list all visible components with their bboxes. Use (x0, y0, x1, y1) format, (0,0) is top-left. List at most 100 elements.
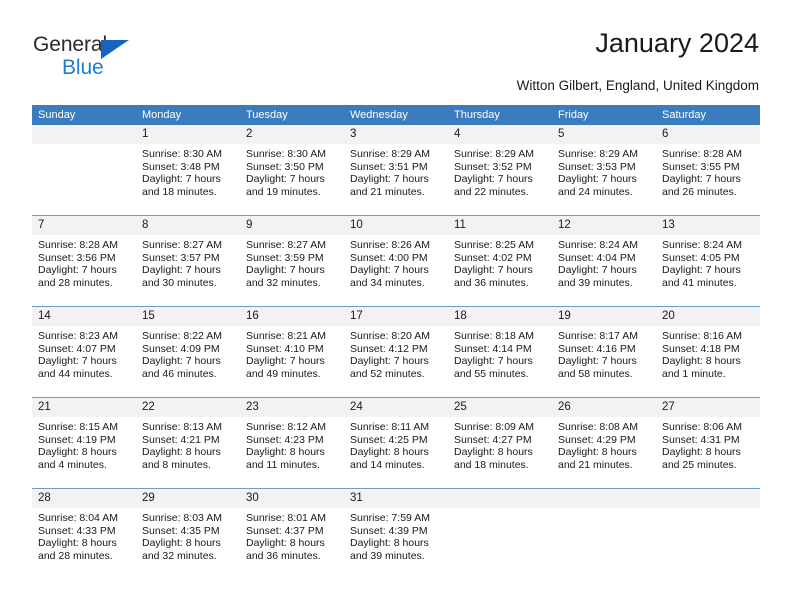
day-cell[interactable]: Sunrise: 8:04 AM Sunset: 4:33 PM Daylight:… (32, 508, 136, 579)
day-number[interactable]: 3 (344, 125, 448, 144)
daylight-1-text: Daylight: 7 hours (142, 355, 221, 368)
day-number[interactable]: 9 (240, 216, 344, 235)
day-cell[interactable]: Sunrise: 8:21 AM Sunset: 4:10 PM Daylight:… (240, 326, 344, 397)
day-cell[interactable] (552, 508, 656, 579)
daylight-1-text: Daylight: 8 hours (662, 446, 741, 459)
daylight-2-text: and 22 minutes. (454, 185, 529, 198)
day-number[interactable]: 26 (552, 398, 656, 417)
day-number[interactable]: 5 (552, 125, 656, 144)
day-cell[interactable]: Sunrise: 8:01 AM Sunset: 4:37 PM Daylight:… (240, 508, 344, 579)
general-blue-logo[interactable]: General Blue (33, 33, 213, 85)
daylight-2-text: and 52 minutes. (350, 367, 425, 380)
day-number[interactable]: 2 (240, 125, 344, 144)
sunrise-text: Sunrise: 8:27 AM (246, 239, 326, 251)
daylight-2-text: and 18 minutes. (454, 458, 529, 471)
day-number[interactable]: 16 (240, 307, 344, 326)
daylight-2-text: and 8 minutes. (142, 458, 211, 471)
day-cell[interactable]: Sunrise: 8:18 AM Sunset: 4:14 PM Daylight:… (448, 326, 552, 397)
day-number[interactable]: 19 (552, 307, 656, 326)
day-number[interactable]: 12 (552, 216, 656, 235)
day-number[interactable]: 7 (32, 216, 136, 235)
day-number[interactable]: 15 (136, 307, 240, 326)
day-cell[interactable]: Sunrise: 8:12 AM Sunset: 4:23 PM Daylight:… (240, 417, 344, 488)
day-cell[interactable]: Sunrise: 8:17 AM Sunset: 4:16 PM Daylight:… (552, 326, 656, 397)
day-number-band: 14 15 16 17 18 19 20 (32, 307, 760, 326)
sunset-text: Sunset: 4:31 PM (662, 433, 740, 446)
day-cell[interactable]: Sunrise: 8:29 AM Sunset: 3:52 PM Daylight:… (448, 144, 552, 215)
sunset-text: Sunset: 3:51 PM (350, 160, 428, 173)
day-cell[interactable]: Sunrise: 8:13 AM Sunset: 4:21 PM Daylight:… (136, 417, 240, 488)
day-cell[interactable]: Sunrise: 8:26 AM Sunset: 4:00 PM Daylight:… (344, 235, 448, 306)
day-details-band: Sunrise: 8:30 AM Sunset: 3:48 PM Daylight:… (32, 144, 760, 215)
daylight-1-text: Daylight: 7 hours (662, 264, 741, 277)
day-cell[interactable]: Sunrise: 8:28 AM Sunset: 3:56 PM Daylight:… (32, 235, 136, 306)
sunrise-text: Sunrise: 8:27 AM (142, 239, 222, 251)
day-cell[interactable]: Sunrise: 8:16 AM Sunset: 4:18 PM Daylight:… (656, 326, 760, 397)
day-number[interactable] (32, 125, 136, 144)
day-number[interactable]: 25 (448, 398, 552, 417)
day-number[interactable]: 23 (240, 398, 344, 417)
day-number[interactable]: 29 (136, 489, 240, 508)
day-cell[interactable]: Sunrise: 8:25 AM Sunset: 4:02 PM Daylight:… (448, 235, 552, 306)
day-number[interactable]: 20 (656, 307, 760, 326)
day-number[interactable]: 14 (32, 307, 136, 326)
daylight-1-text: Daylight: 8 hours (38, 446, 117, 459)
daylight-2-text: and 30 minutes. (142, 276, 217, 289)
day-number[interactable]: 18 (448, 307, 552, 326)
day-number[interactable]: 13 (656, 216, 760, 235)
day-number[interactable]: 31 (344, 489, 448, 508)
sunrise-text: Sunrise: 8:16 AM (662, 330, 742, 342)
day-number[interactable]: 1 (136, 125, 240, 144)
weekday-header-tuesday: Tuesday (246, 109, 288, 121)
sunrise-text: Sunrise: 8:18 AM (454, 330, 534, 342)
day-number[interactable] (552, 489, 656, 508)
day-cell[interactable]: Sunrise: 7:59 AM Sunset: 4:39 PM Daylight:… (344, 508, 448, 579)
day-cell[interactable]: Sunrise: 8:09 AM Sunset: 4:27 PM Daylight:… (448, 417, 552, 488)
day-number[interactable]: 30 (240, 489, 344, 508)
day-number[interactable]: 10 (344, 216, 448, 235)
day-cell[interactable]: Sunrise: 8:03 AM Sunset: 4:35 PM Daylight:… (136, 508, 240, 579)
day-cell[interactable] (32, 144, 136, 215)
sunrise-text: Sunrise: 8:08 AM (558, 421, 638, 433)
day-number[interactable] (656, 489, 760, 508)
daylight-2-text: and 36 minutes. (246, 549, 321, 562)
day-cell[interactable]: Sunrise: 8:30 AM Sunset: 3:48 PM Daylight:… (136, 144, 240, 215)
calendar-week-row: 21 22 23 24 25 26 27 Sunrise: 8:15 AM Sunset: 4:… (32, 397, 760, 488)
day-cell[interactable]: Sunrise: 8:30 AM Sunset: 3:50 PM Daylight:… (240, 144, 344, 215)
day-number[interactable]: 22 (136, 398, 240, 417)
day-number[interactable]: 4 (448, 125, 552, 144)
weekday-header-thursday: Thursday (454, 109, 500, 121)
day-cell[interactable]: Sunrise: 8:27 AM Sunset: 3:57 PM Daylight:… (136, 235, 240, 306)
day-number[interactable]: 11 (448, 216, 552, 235)
day-cell[interactable] (656, 508, 760, 579)
day-number[interactable] (448, 489, 552, 508)
sunset-text: Sunset: 4:16 PM (558, 342, 636, 355)
day-cell[interactable]: Sunrise: 8:27 AM Sunset: 3:59 PM Daylight:… (240, 235, 344, 306)
day-cell[interactable] (448, 508, 552, 579)
day-number[interactable]: 24 (344, 398, 448, 417)
daylight-2-text: and 28 minutes. (38, 276, 113, 289)
sunrise-text: Sunrise: 8:26 AM (350, 239, 430, 251)
day-number[interactable]: 17 (344, 307, 448, 326)
day-cell[interactable]: Sunrise: 8:22 AM Sunset: 4:09 PM Daylight:… (136, 326, 240, 397)
day-number[interactable]: 28 (32, 489, 136, 508)
day-cell[interactable]: Sunrise: 8:11 AM Sunset: 4:25 PM Daylight:… (344, 417, 448, 488)
day-number[interactable]: 27 (656, 398, 760, 417)
day-cell[interactable]: Sunrise: 8:24 AM Sunset: 4:04 PM Daylight:… (552, 235, 656, 306)
sunset-text: Sunset: 3:53 PM (558, 160, 636, 173)
day-cell[interactable]: Sunrise: 8:24 AM Sunset: 4:05 PM Daylight:… (656, 235, 760, 306)
day-number[interactable]: 8 (136, 216, 240, 235)
daylight-1-text: Daylight: 7 hours (246, 355, 325, 368)
day-cell[interactable]: Sunrise: 8:15 AM Sunset: 4:19 PM Daylight:… (32, 417, 136, 488)
day-cell[interactable]: Sunrise: 8:08 AM Sunset: 4:29 PM Daylight:… (552, 417, 656, 488)
sunrise-text: Sunrise: 8:01 AM (246, 512, 326, 524)
day-cell[interactable]: Sunrise: 8:28 AM Sunset: 3:55 PM Daylight:… (656, 144, 760, 215)
day-cell[interactable]: Sunrise: 8:23 AM Sunset: 4:07 PM Daylight:… (32, 326, 136, 397)
day-cell[interactable]: Sunrise: 8:29 AM Sunset: 3:53 PM Daylight:… (552, 144, 656, 215)
day-number[interactable]: 21 (32, 398, 136, 417)
daylight-1-text: Daylight: 8 hours (142, 446, 221, 459)
day-cell[interactable]: Sunrise: 8:20 AM Sunset: 4:12 PM Daylight:… (344, 326, 448, 397)
day-cell[interactable]: Sunrise: 8:06 AM Sunset: 4:31 PM Daylight:… (656, 417, 760, 488)
day-number[interactable]: 6 (656, 125, 760, 144)
day-cell[interactable]: Sunrise: 8:29 AM Sunset: 3:51 PM Daylight:… (344, 144, 448, 215)
